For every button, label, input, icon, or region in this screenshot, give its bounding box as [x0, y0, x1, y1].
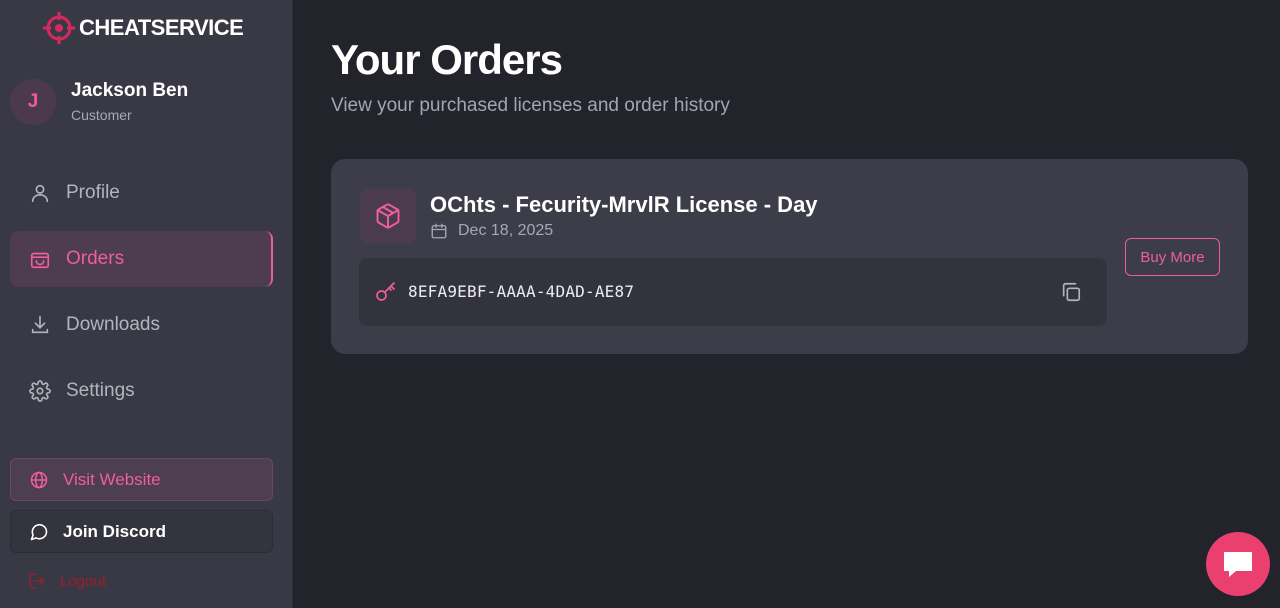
- sidebar-item-label: Downloads: [66, 314, 160, 335]
- order-date: Dec 18, 2025: [430, 222, 553, 240]
- order-card: OChts - Fecurity-MrvlR License - Day Dec…: [331, 159, 1248, 354]
- logout-icon: [28, 572, 46, 590]
- sidebar-item-profile[interactable]: Profile: [10, 165, 273, 221]
- download-icon: [29, 314, 51, 336]
- buy-more-button[interactable]: Buy More: [1125, 238, 1220, 276]
- logout-button[interactable]: Logout: [28, 572, 106, 590]
- sidebar-item-label: Settings: [66, 380, 135, 401]
- sidebar-item-downloads[interactable]: Downloads: [10, 297, 273, 353]
- brand-logo[interactable]: CHEATSERVICE: [42, 11, 244, 45]
- visit-website-label: Visit Website: [63, 469, 161, 489]
- sidebar-item-label: Orders: [66, 248, 125, 269]
- live-chat-button[interactable]: [1206, 532, 1270, 596]
- license-key-box: 8EFA9EBF-AAAA-4DAD-AE87: [359, 258, 1107, 326]
- page-subtitle: View your purchased licenses and order h…: [331, 95, 730, 116]
- sidebar-item-orders[interactable]: Orders: [10, 231, 273, 287]
- avatar: J: [10, 79, 56, 125]
- visit-website-button[interactable]: Visit Website: [10, 458, 273, 501]
- copy-icon[interactable]: [1060, 281, 1082, 303]
- globe-icon: [29, 470, 49, 490]
- gear-icon: [29, 380, 51, 402]
- product-name: OChts - Fecurity-MrvlR License - Day: [430, 192, 818, 217]
- join-discord-button[interactable]: Join Discord: [10, 510, 273, 553]
- sidebar-item-settings[interactable]: Settings: [10, 363, 273, 419]
- order-date-text: Dec 18, 2025: [458, 222, 554, 239]
- calendar-icon: [430, 222, 448, 240]
- user-icon: [29, 182, 51, 204]
- key-icon: [374, 280, 398, 304]
- chat-icon: [1221, 549, 1255, 579]
- join-discord-label: Join Discord: [63, 521, 166, 541]
- page-title: Your Orders: [331, 36, 563, 83]
- crosshair-icon: [42, 11, 76, 45]
- sidebar-item-label: Profile: [66, 182, 120, 203]
- user-profile: J Jackson Ben Customer: [10, 79, 188, 125]
- logo-text: CHEATSERVICE: [79, 15, 244, 40]
- sidebar: CHEATSERVICE J Jackson Ben Customer Prof…: [0, 0, 293, 608]
- chat-bubble-icon: [29, 522, 49, 542]
- user-name: Jackson Ben: [71, 80, 189, 101]
- logout-label: Logout: [60, 572, 106, 590]
- package-icon: [360, 188, 416, 244]
- license-key[interactable]: 8EFA9EBF-AAAA-4DAD-AE87: [408, 282, 634, 301]
- shopping-bag-icon: [29, 248, 51, 270]
- user-role: Customer: [71, 107, 132, 123]
